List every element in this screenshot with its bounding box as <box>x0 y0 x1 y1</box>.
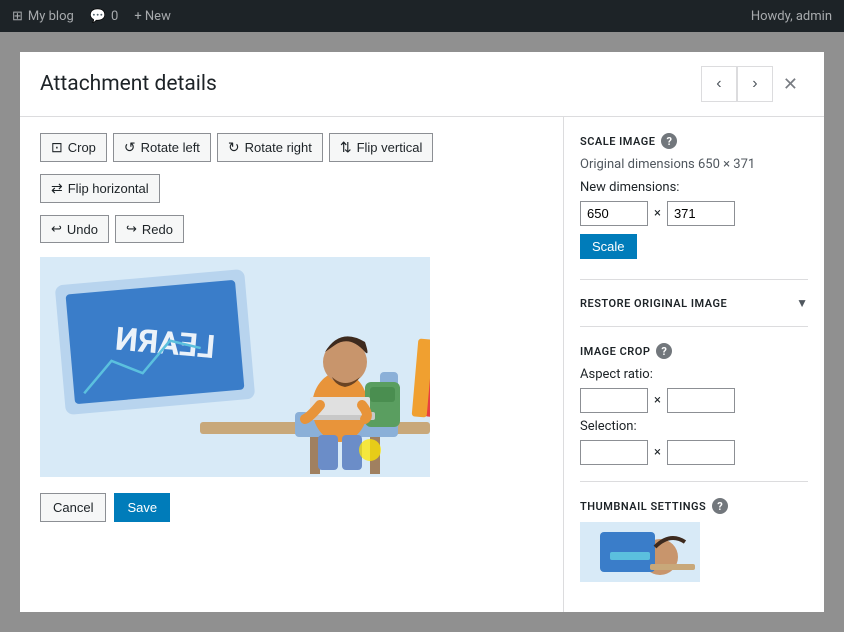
flip-vertical-button[interactable]: ⇅ Flip vertical <box>329 133 433 162</box>
image-placeholder: LEARN <box>40 257 430 477</box>
divider-2 <box>580 326 808 327</box>
selection-width-input[interactable] <box>580 440 648 465</box>
toolbar-row2: ⇄ Flip horizontal <box>40 174 543 203</box>
redo-icon: ↪ <box>126 221 137 237</box>
save-button[interactable]: Save <box>114 493 170 522</box>
height-input[interactable] <box>667 201 735 226</box>
admin-bar-new[interactable]: + New <box>134 9 171 24</box>
redo-button[interactable]: ↪ Redo <box>115 215 184 243</box>
modal: Attachment details ‹ › ✕ ⊡ Crop <box>20 52 824 612</box>
dims-x-label: × <box>654 206 661 221</box>
dimensions-row: × <box>580 201 808 226</box>
width-input[interactable] <box>580 201 648 226</box>
selection-x-label: × <box>654 445 661 460</box>
image-area: LEARN <box>40 257 430 477</box>
crop-icon: ⊡ <box>51 139 63 156</box>
aspect-ratio-row: × <box>580 388 808 413</box>
scale-image-title: SCALE IMAGE ? <box>580 133 808 149</box>
flip-horizontal-icon: ⇄ <box>51 180 63 197</box>
rotate-left-button[interactable]: ↺ Rotate left <box>113 133 211 162</box>
crop-help-icon[interactable]: ? <box>656 343 672 359</box>
admin-bar: ⊞ My blog 💬 0 + New Howdy, admin <box>0 0 844 32</box>
thumbnail-settings-section: THUMBNAIL SETTINGS ? <box>580 498 808 582</box>
aspect-height-input[interactable] <box>667 388 735 413</box>
aspect-ratio-label: Aspect ratio: <box>580 367 808 382</box>
original-dimensions: Original dimensions 650 × 371 <box>580 157 808 172</box>
rotate-left-icon: ↺ <box>124 139 136 156</box>
modal-title: Attachment details <box>40 72 217 96</box>
scale-help-icon[interactable]: ? <box>661 133 677 149</box>
admin-bar-blog[interactable]: ⊞ My blog <box>12 9 74 24</box>
image-crop-title: IMAGE CROP ? <box>580 343 808 359</box>
toolbar-row1: ⊡ Crop ↺ Rotate left ↻ Rotate right ⇅ Fl… <box>40 133 543 162</box>
undo-button[interactable]: ↩ Undo <box>40 215 109 243</box>
admin-bar-comments[interactable]: 💬 0 <box>90 9 119 24</box>
flip-vertical-icon: ⇅ <box>340 139 352 156</box>
admin-bar-howdy: Howdy, admin <box>751 9 832 24</box>
scale-image-section: SCALE IMAGE ? Original dimensions 650 × … <box>580 133 808 259</box>
aspect-x-label: × <box>654 393 661 408</box>
scale-button[interactable]: Scale <box>580 234 637 259</box>
action-row: Cancel Save <box>40 493 543 522</box>
undo-icon: ↩ <box>51 221 62 237</box>
image-crop-section: IMAGE CROP ? Aspect ratio: × Selection: … <box>580 343 808 465</box>
selection-row: × <box>580 440 808 465</box>
aspect-width-input[interactable] <box>580 388 648 413</box>
divider-3 <box>580 481 808 482</box>
modal-body: ⊡ Crop ↺ Rotate left ↻ Rotate right ⇅ Fl… <box>20 117 824 612</box>
rotate-right-icon: ↻ <box>228 139 240 156</box>
thumbnail-preview <box>580 522 700 582</box>
modal-nav: ‹ › <box>701 66 773 102</box>
next-button[interactable]: › <box>737 66 773 102</box>
flip-horizontal-button[interactable]: ⇄ Flip horizontal <box>40 174 160 203</box>
new-dimensions-label: New dimensions: <box>580 180 808 195</box>
cancel-button[interactable]: Cancel <box>40 493 106 522</box>
undo-redo-row: ↩ Undo ↪ Redo <box>40 215 543 243</box>
right-panel: SCALE IMAGE ? Original dimensions 650 × … <box>564 117 824 612</box>
divider-1 <box>580 279 808 280</box>
thumbnail-help-icon[interactable]: ? <box>712 498 728 514</box>
left-panel: ⊡ Crop ↺ Rotate left ↻ Rotate right ⇅ Fl… <box>20 117 564 612</box>
restore-arrow-icon: ▼ <box>796 296 808 310</box>
restore-row[interactable]: RESTORE ORIGINAL IMAGE ▼ <box>580 296 808 310</box>
comment-icon: 💬 <box>90 9 106 24</box>
selection-height-input[interactable] <box>667 440 735 465</box>
close-button[interactable]: ✕ <box>777 68 804 101</box>
thumbnail-settings-title: THUMBNAIL SETTINGS ? <box>580 498 808 514</box>
restore-label: RESTORE ORIGINAL IMAGE <box>580 297 727 310</box>
selection-label: Selection: <box>580 419 808 434</box>
crop-button[interactable]: ⊡ Crop <box>40 133 107 162</box>
prev-button[interactable]: ‹ <box>701 66 737 102</box>
wp-logo-icon: ⊞ <box>12 9 23 24</box>
modal-overlay: Attachment details ‹ › ✕ ⊡ Crop <box>0 32 844 632</box>
modal-header: Attachment details ‹ › ✕ <box>20 52 824 117</box>
rotate-right-button[interactable]: ↻ Rotate right <box>217 133 323 162</box>
